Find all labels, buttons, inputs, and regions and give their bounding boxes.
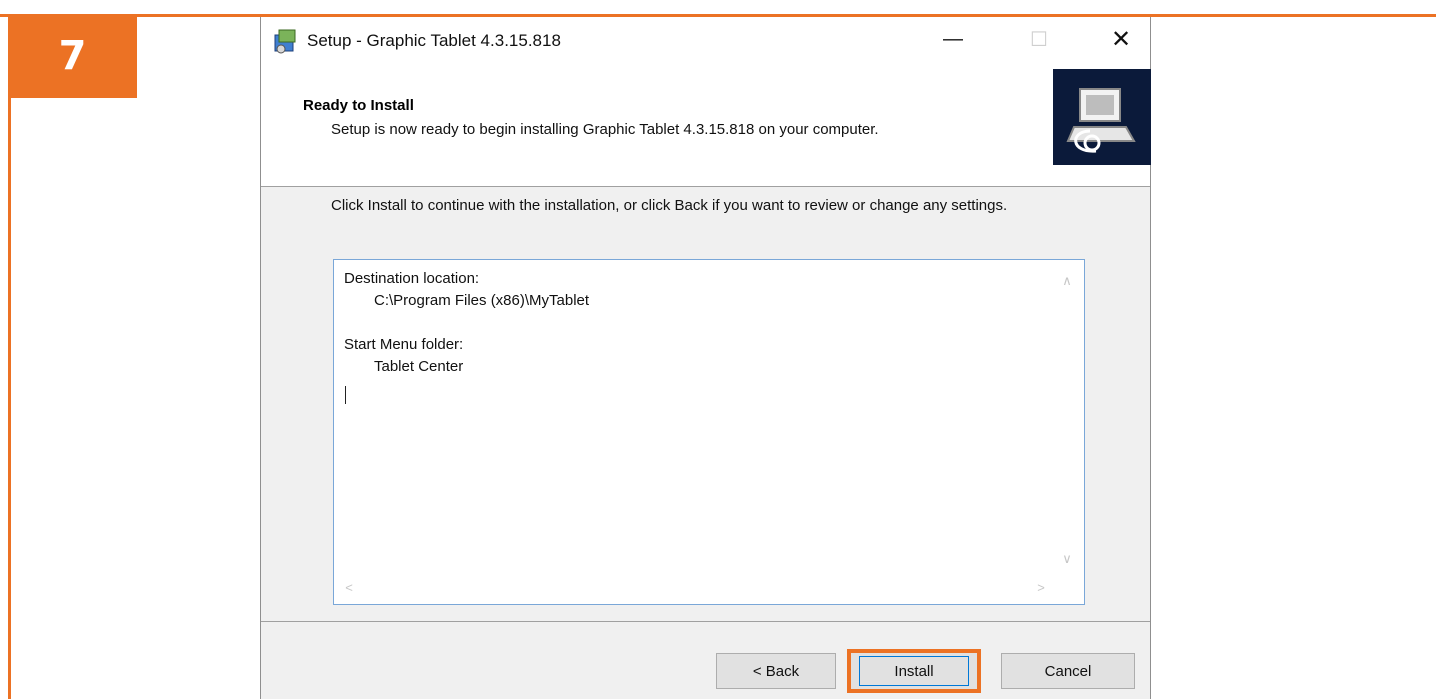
text-caret [345, 386, 346, 404]
install-button-highlight[interactable]: Install [847, 649, 981, 693]
cancel-button[interactable]: Cancel [1001, 653, 1135, 689]
scroll-up-arrow-icon[interactable]: ∧ [1058, 272, 1076, 290]
back-button[interactable]: < Back [716, 653, 836, 689]
page-title: Ready to Install [303, 97, 414, 114]
memo-content: Destination location: C:\Program Files (… [344, 268, 589, 378]
start-menu-value: Tablet Center [374, 358, 464, 375]
start-menu-label: Start Menu folder: [344, 336, 464, 353]
close-button[interactable]: ✕ [1089, 17, 1153, 61]
title-bar[interactable]: Setup - Graphic Tablet 4.3.15.818 — ☐ ✕ [261, 17, 1150, 69]
scroll-down-arrow-icon[interactable]: ∨ [1058, 550, 1076, 568]
maximize-button[interactable]: ☐ [1007, 17, 1071, 61]
scroll-right-arrow-icon[interactable]: > [1032, 578, 1050, 596]
footer-divider [261, 621, 1150, 622]
orange-frame-left [8, 14, 11, 699]
destination-label: Destination location: [344, 270, 480, 287]
wizard-header: Ready to Install Setup is now ready to b… [261, 69, 1151, 187]
installer-icon [271, 27, 301, 57]
scroll-left-arrow-icon[interactable]: < [340, 578, 358, 596]
destination-value: C:\Program Files (x86)\MyTablet [374, 292, 590, 309]
minimize-button[interactable]: — [921, 17, 985, 61]
install-button[interactable]: Install [859, 656, 969, 686]
setup-dialog: Setup - Graphic Tablet 4.3.15.818 — ☐ ✕ … [260, 17, 1151, 699]
window-title: Setup - Graphic Tablet 4.3.15.818 [307, 31, 561, 50]
computer-setup-icon [1053, 69, 1151, 165]
instruction-text: Click Install to continue with the insta… [331, 197, 1008, 214]
tutorial-step-page: 7 Setup - Graphic Tablet 4.3.15.818 — ☐ … [0, 0, 1436, 699]
step-number-badge: 7 [8, 14, 137, 98]
page-subtitle: Setup is now ready to begin installing G… [331, 121, 879, 138]
memo-spacer [344, 312, 589, 334]
ready-memo-box[interactable]: Destination location: C:\Program Files (… [333, 259, 1085, 605]
